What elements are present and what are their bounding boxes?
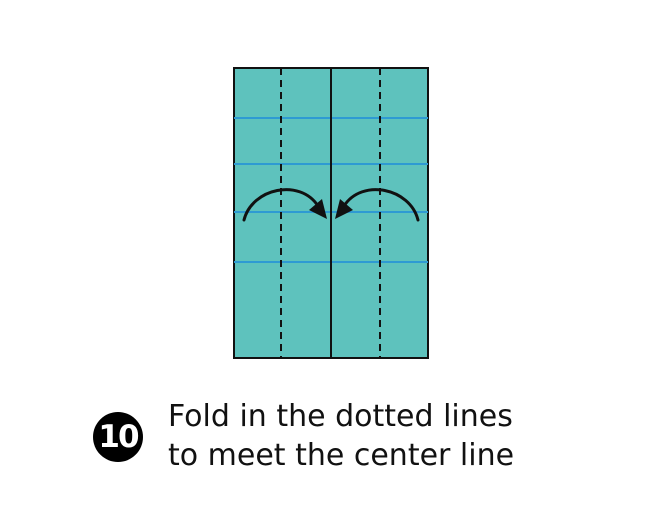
fold-diagram <box>233 67 429 359</box>
instruction-line-1: Fold in the dotted lines <box>168 399 513 434</box>
step-number: 10 <box>98 418 139 455</box>
instruction-line-2: to meet the center line <box>168 438 515 473</box>
step-number-badge: 10 <box>93 412 143 462</box>
step-instruction: Fold in the dotted lines to meet the cen… <box>168 397 514 475</box>
